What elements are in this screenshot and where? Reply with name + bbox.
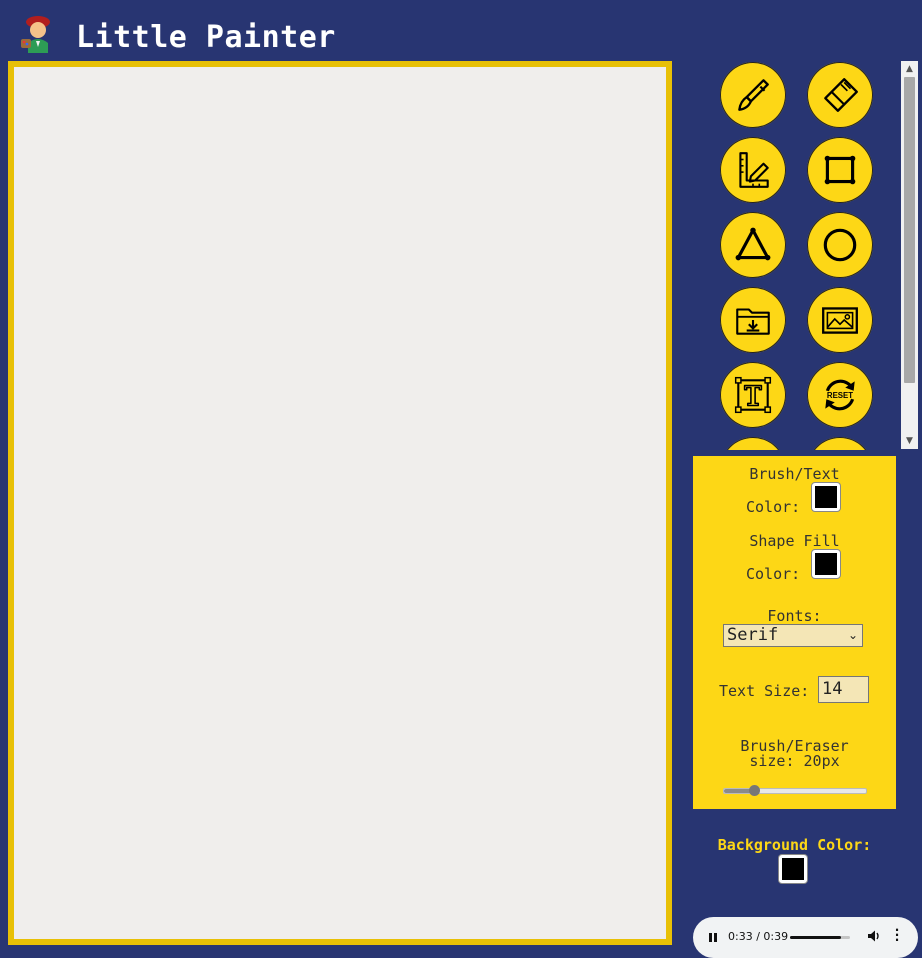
brush-text-label: Brush/Text [749, 465, 840, 483]
background-color-label: Background Color: [717, 836, 872, 854]
font-select[interactable]: Serif ⌄ [723, 624, 863, 647]
app-title: Little Painter [76, 19, 336, 55]
line-tool-button[interactable] [720, 137, 786, 203]
more-options-icon[interactable]: · · · [894, 924, 900, 946]
brush-size-slider[interactable] [723, 785, 867, 796]
audio-time: 0:33 / 0:39 [728, 930, 789, 943]
brush-color-label: Color: [746, 498, 801, 516]
text-box-icon [734, 376, 772, 414]
reset-icon: RESET [825, 379, 855, 411]
triangle-tool-button[interactable] [720, 212, 786, 278]
rectangle-icon [824, 155, 856, 185]
eraser-icon [824, 78, 858, 112]
scroll-up-arrow-icon[interactable]: ▲ [901, 61, 918, 77]
shape-fill-color-label: Color: [746, 565, 801, 583]
tool-palette[interactable]: RESET [705, 60, 900, 450]
audio-player[interactable]: 0:33 / 0:39 · · · [693, 917, 918, 958]
pause-icon[interactable] [707, 931, 719, 943]
brush-size-value: size: 20px [749, 752, 840, 770]
rectangle-tool-button[interactable] [807, 137, 873, 203]
reset-tool-button[interactable]: RESET [807, 362, 873, 428]
brush-tool-button[interactable] [720, 62, 786, 128]
triangle-icon [735, 227, 771, 261]
circle-tool-button[interactable] [807, 212, 873, 278]
more-tool-button[interactable] [720, 437, 786, 450]
image-icon [822, 307, 858, 334]
brush-icon [738, 79, 769, 111]
chevron-down-icon: ⌄ [847, 628, 858, 642]
background-color-picker[interactable] [779, 855, 807, 883]
brush-color-picker[interactable] [812, 483, 840, 511]
audio-progress-bar[interactable] [790, 936, 850, 939]
audio-progress-fill [790, 936, 841, 939]
text-size-input[interactable]: 14 [818, 676, 869, 703]
circle-icon [823, 228, 857, 262]
image-tool-button[interactable] [807, 287, 873, 353]
app-header: Little Painter [20, 8, 336, 58]
fonts-label: Fonts: [767, 607, 822, 625]
font-select-value: Serif [727, 625, 779, 645]
drawing-canvas[interactable] [8, 61, 672, 945]
volume-icon[interactable] [867, 929, 881, 943]
tool-palette-scrollbar[interactable]: ▲ ▼ [901, 61, 918, 449]
settings-panel: Brush/Text Color: Shape Fill Color: Font… [693, 456, 896, 809]
painter-emoji-icon [20, 13, 60, 53]
scroll-down-arrow-icon[interactable]: ▼ [901, 433, 918, 449]
eraser-tool-button[interactable] [807, 62, 873, 128]
text-size-label: Text Size: [719, 682, 810, 700]
reset-label: RESET [827, 391, 853, 400]
text-tool-button[interactable] [720, 362, 786, 428]
more-tool-button-2[interactable] [807, 437, 873, 450]
ruler-pencil-icon [739, 152, 769, 188]
download-folder-icon [736, 308, 770, 335]
save-tool-button[interactable] [720, 287, 786, 353]
brush-size-slider-thumb[interactable] [748, 785, 760, 796]
scroll-thumb[interactable] [904, 77, 915, 383]
shape-fill-label: Shape Fill [749, 532, 840, 550]
shape-fill-color-picker[interactable] [812, 550, 840, 578]
